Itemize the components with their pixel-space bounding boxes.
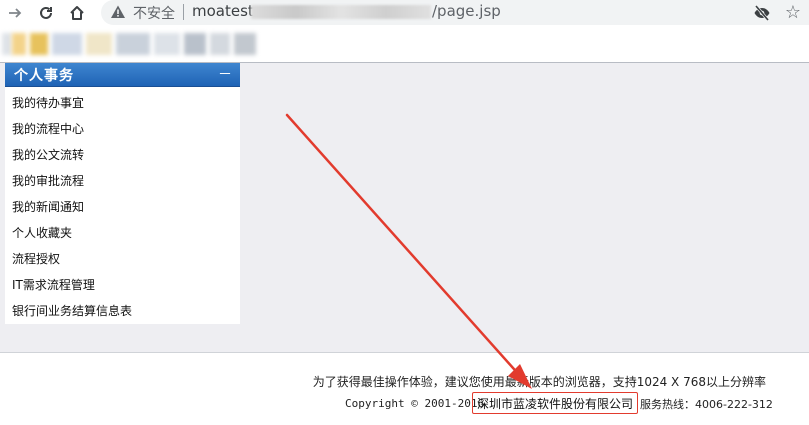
reload-button[interactable]: [35, 3, 57, 23]
sidebar-item-it-requests[interactable]: IT需求流程管理: [12, 276, 95, 300]
sidebar-item-interbank-settlement[interactable]: 银行间业务结算信息表: [12, 302, 132, 326]
service-hotline: 服务热线：4006-222-312: [640, 398, 773, 411]
address-bar[interactable]: 不安全 moatest /page.jsp ☆: [101, 0, 809, 25]
collapse-button[interactable]: －: [218, 64, 232, 84]
sidebar-item-documents[interactable]: 我的公文流转: [12, 146, 84, 170]
sidebar-header[interactable]: 个人事务 －: [5, 63, 240, 87]
company-name-highlighted: 深圳市蓝凌软件股份有限公司: [472, 392, 639, 414]
sidebar-item-approvals[interactable]: 我的审批流程: [12, 172, 84, 196]
browser-toolbar: 不安全 moatest /page.jsp ☆: [0, 0, 809, 27]
home-icon: [70, 6, 84, 20]
eye-off-icon[interactable]: [753, 4, 771, 22]
app-header: [0, 27, 809, 62]
sidebar-item-todo[interactable]: 我的待办事宜: [12, 94, 84, 118]
browser-recommendation: 为了获得最佳操作体验，建议您使用最新版本的浏览器，支持1024 X 768以上分…: [312, 375, 766, 389]
page-footer: 为了获得最佳操作体验，建议您使用最新版本的浏览器，支持1024 X 768以上分…: [0, 352, 809, 425]
sidebar-item-news[interactable]: 我的新闻通知: [12, 198, 84, 222]
redacted-logo: [2, 33, 257, 55]
sidebar-item-delegation[interactable]: 流程授权: [12, 250, 60, 274]
insecure-label: 不安全: [133, 6, 175, 22]
omnibox-divider: [183, 4, 184, 20]
warning-icon: [111, 5, 125, 18]
url-host: moatest: [192, 2, 254, 20]
reload-icon: [40, 6, 52, 19]
arrow-right-icon: [9, 8, 22, 18]
forward-button[interactable]: [4, 3, 26, 23]
sidebar-item-workflow-center[interactable]: 我的流程中心: [12, 120, 84, 144]
url-path: /page.jsp: [432, 2, 501, 20]
star-icon[interactable]: ☆: [785, 2, 801, 23]
sidebar-panel: 个人事务 － 我的待办事宜 我的流程中心 我的公文流转 我的审批流程 我的新闻通…: [5, 63, 240, 324]
redacted-url-segment: [251, 5, 431, 19]
sidebar-title: 个人事务: [14, 68, 74, 84]
copyright-text: Copyright © 2001-2016: [345, 397, 485, 410]
sidebar-item-favorites[interactable]: 个人收藏夹: [12, 224, 72, 248]
home-button[interactable]: [66, 3, 88, 23]
